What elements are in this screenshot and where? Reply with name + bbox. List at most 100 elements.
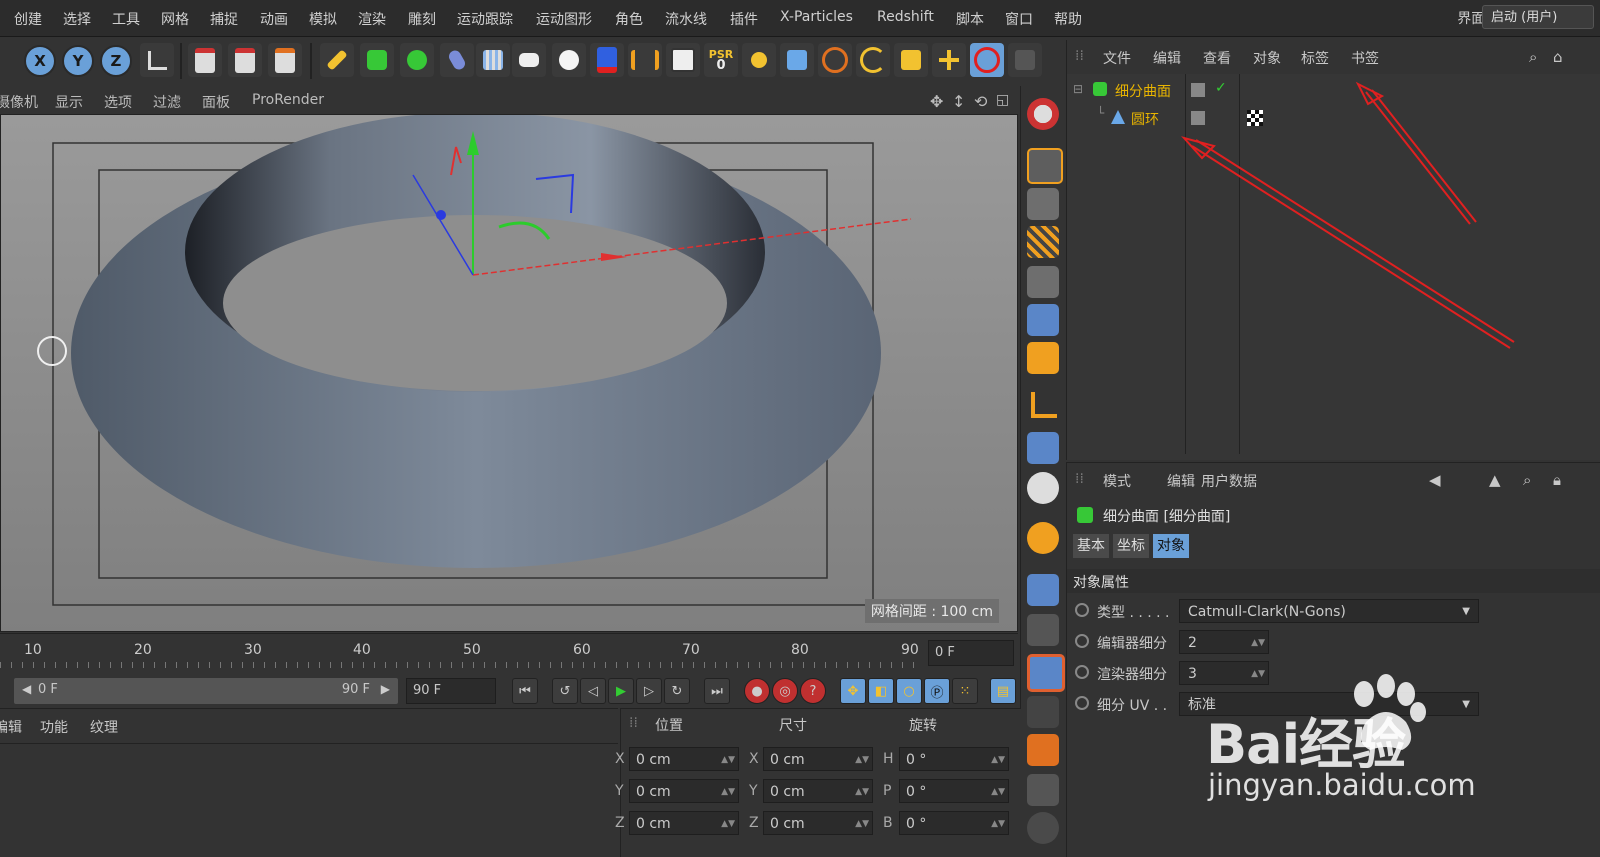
- texture-mode-icon[interactable]: [1027, 188, 1059, 220]
- solo-mode-icon[interactable]: [1027, 472, 1059, 504]
- collapse-icon[interactable]: ⊟: [1073, 82, 1083, 96]
- am-menu-edit[interactable]: 编辑: [1167, 471, 1195, 491]
- menu-simulate[interactable]: 模拟: [309, 9, 337, 29]
- om-menu-objects[interactable]: 对象: [1253, 48, 1281, 68]
- key-rotation-button[interactable]: ○: [896, 678, 922, 704]
- sculpt-icon[interactable]: [1027, 774, 1059, 806]
- am-search-icon[interactable]: ⌕: [1523, 471, 1531, 489]
- stepper-icon[interactable]: ▲▼: [991, 812, 1005, 836]
- scale-tool-button[interactable]: [894, 43, 928, 77]
- menu-script[interactable]: 脚本: [956, 9, 984, 29]
- am-menu-mode[interactable]: 模式: [1103, 471, 1131, 491]
- object-row-torus[interactable]: └ 圆环: [1067, 106, 1600, 132]
- menu-animate[interactable]: 动画: [260, 9, 288, 29]
- next-frame-button[interactable]: ▷: [636, 678, 662, 704]
- stepper-icon[interactable]: ▲▼: [855, 812, 869, 836]
- material-tag-icon[interactable]: [1247, 110, 1263, 126]
- mat-menu-edit[interactable]: 编辑: [0, 717, 22, 737]
- end-frame-field[interactable]: 90 F: [406, 678, 496, 704]
- point-mode-icon[interactable]: [1027, 266, 1059, 298]
- pos-y-field[interactable]: 0 cm ▲▼: [629, 779, 739, 803]
- y-axis-lock-button[interactable]: Y: [62, 45, 94, 77]
- viewport-menu-prorender[interactable]: ProRender: [252, 92, 324, 108]
- tab-coordinates[interactable]: 坐标: [1113, 534, 1149, 558]
- move-tool-button[interactable]: [932, 43, 966, 77]
- back-arrow-icon[interactable]: ◀: [1429, 471, 1441, 489]
- viewport-menu-options[interactable]: 选项: [104, 92, 132, 112]
- x-axis-lock-button[interactable]: X: [24, 45, 56, 77]
- mat-menu-texture[interactable]: 纹理: [90, 717, 118, 737]
- rot-b-field[interactable]: 0 ° ▲▼: [899, 811, 1009, 835]
- key-parameter-button[interactable]: Ⓟ: [924, 678, 950, 704]
- sphere-icon[interactable]: [1027, 812, 1059, 844]
- panel-grip-icon[interactable]: ⁞⁞: [1075, 48, 1084, 64]
- stepper-icon[interactable]: ▲▼: [721, 812, 735, 836]
- viewport-move-icon[interactable]: ✥: [930, 92, 943, 111]
- axis-snap-button[interactable]: [742, 43, 776, 77]
- frame-range-slider[interactable]: ◀ 0 F 90 F ▶: [14, 678, 398, 704]
- stepper-icon[interactable]: ▲▼: [721, 748, 735, 772]
- viewport-menu-camera[interactable]: 摄像机: [0, 92, 38, 112]
- up-arrow-icon[interactable]: ▲: [1489, 471, 1501, 489]
- paint-tool-icon[interactable]: [1027, 734, 1059, 766]
- om-search-icon[interactable]: ⌕: [1529, 48, 1537, 66]
- prev-frame-button[interactable]: ◁: [580, 678, 606, 704]
- workplane-icon[interactable]: [1027, 226, 1059, 258]
- cube-object-button[interactable]: [780, 43, 814, 77]
- lock-icon[interactable]: 🔒︎: [1553, 471, 1561, 489]
- menu-mograph[interactable]: 运动图形: [536, 9, 592, 29]
- stepper-icon[interactable]: ▲▼: [991, 780, 1005, 804]
- layout-select[interactable]: 启动 (用户): [1482, 5, 1594, 29]
- play-button[interactable]: ▶: [608, 678, 634, 704]
- stepper-icon[interactable]: ▲▼: [1251, 631, 1265, 655]
- layer-icon[interactable]: [1191, 83, 1205, 97]
- go-to-start-button[interactable]: ⏮: [512, 678, 538, 704]
- magnet-button[interactable]: [590, 43, 624, 77]
- timeline-button[interactable]: ▤: [990, 678, 1016, 704]
- object-name-torus[interactable]: 圆环: [1131, 109, 1159, 129]
- om-menu-tags[interactable]: 标签: [1301, 48, 1329, 68]
- menu-create[interactable]: 创建: [14, 9, 42, 29]
- model-mode-icon[interactable]: [1027, 148, 1063, 184]
- light-button[interactable]: [552, 43, 586, 77]
- rot-h-field[interactable]: 0 ° ▲▼: [899, 747, 1009, 771]
- pen-tool-button[interactable]: [320, 43, 354, 77]
- camera-button[interactable]: [512, 43, 546, 77]
- menu-redshift[interactable]: Redshift: [877, 9, 934, 25]
- key-pla-button[interactable]: ⁙: [952, 678, 978, 704]
- floor-button[interactable]: [476, 43, 510, 77]
- menu-motion-tracking[interactable]: 运动跟踪: [457, 9, 513, 29]
- deformer-button[interactable]: [440, 43, 474, 77]
- animate-radio[interactable]: [1075, 665, 1089, 679]
- menu-help[interactable]: 帮助: [1054, 9, 1082, 29]
- auto-key-button[interactable]: ◎: [772, 678, 798, 704]
- render-view-button[interactable]: [188, 43, 222, 77]
- size-y-field[interactable]: 0 cm ▲▼: [763, 779, 873, 803]
- menu-pipeline[interactable]: 流水线: [665, 9, 707, 29]
- select-tool-button[interactable]: [818, 43, 852, 77]
- om-menu-file[interactable]: 文件: [1103, 48, 1131, 68]
- size-x-field[interactable]: 0 cm ▲▼: [763, 747, 873, 771]
- workplane-lock-icon[interactable]: [1027, 574, 1059, 606]
- menu-sculpt[interactable]: 雕刻: [408, 9, 436, 29]
- stepper-icon[interactable]: ▲▼: [721, 780, 735, 804]
- menu-character[interactable]: 角色: [615, 9, 643, 29]
- viewport-maximize-icon[interactable]: ◱: [996, 92, 1009, 108]
- size-z-field[interactable]: 0 cm ▲▼: [763, 811, 873, 835]
- psr-button[interactable]: PSR 0: [704, 43, 738, 77]
- menu-snap[interactable]: 捕捉: [210, 9, 238, 29]
- render-picture-viewer-button[interactable]: [228, 43, 262, 77]
- viewport-menu-panel[interactable]: 面板: [202, 92, 230, 112]
- menu-tools[interactable]: 工具: [112, 9, 140, 29]
- type-dropdown[interactable]: Catmull-Clark(N-Gons) ▼: [1179, 599, 1479, 623]
- z-axis-lock-button[interactable]: Z: [100, 45, 132, 77]
- menu-select[interactable]: 选择: [63, 9, 91, 29]
- polygon-mode-icon[interactable]: [1027, 342, 1059, 374]
- key-position-button[interactable]: ✥: [840, 678, 866, 704]
- am-menu-user-data[interactable]: 用户数据: [1201, 471, 1257, 491]
- menu-x-particles[interactable]: X-Particles: [780, 9, 853, 25]
- object-row-subdivision[interactable]: ⊟ 细分曲面 ✓: [1067, 78, 1600, 104]
- layer-icon[interactable]: [1191, 111, 1205, 125]
- keyframe-selection-button[interactable]: ?: [800, 678, 826, 704]
- pos-z-field[interactable]: 0 cm ▲▼: [629, 811, 739, 835]
